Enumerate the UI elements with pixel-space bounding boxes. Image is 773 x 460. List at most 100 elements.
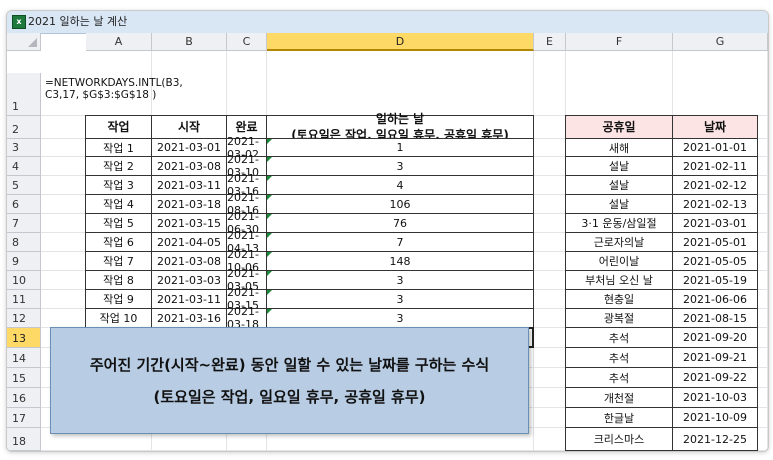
row-header-13[interactable]: 13 — [7, 328, 41, 348]
cell-workdays[interactable]: 4 — [266, 175, 534, 195]
holiday-name[interactable]: 어린이날 — [565, 251, 673, 271]
holiday-name[interactable]: 추석 — [565, 347, 673, 368]
cell-task[interactable]: 작업 9 — [85, 289, 152, 309]
row-header-7[interactable]: 7 — [7, 214, 41, 233]
holiday-name[interactable]: 새해 — [565, 138, 673, 157]
holiday-date[interactable]: 2021-05-05 — [672, 251, 758, 271]
d-header-line1: 일하는 날 — [375, 112, 425, 126]
holiday-date[interactable]: 2021-08-15 — [672, 308, 758, 328]
cell-workdays[interactable]: 3 — [266, 156, 534, 176]
cell-start[interactable]: 2021-03-08 — [151, 251, 227, 271]
row-header-4[interactable]: 4 — [7, 157, 41, 176]
row-header-14[interactable]: 14 — [7, 348, 41, 368]
cell-task[interactable]: 작업 10 — [85, 308, 152, 328]
holiday-date[interactable]: 2021-10-09 — [672, 407, 758, 428]
holiday-name[interactable]: 크리스마스 — [565, 427, 673, 451]
select-all-corner[interactable] — [7, 33, 41, 51]
holiday-name[interactable]: 한글날 — [565, 407, 673, 428]
cell-task[interactable]: 작업 7 — [85, 251, 152, 271]
holiday-date[interactable]: 2021-09-20 — [672, 327, 758, 348]
column-header-g[interactable]: G — [673, 33, 768, 51]
row-header-17[interactable]: 17 — [7, 408, 41, 428]
cell-workdays[interactable]: 1 — [266, 138, 534, 157]
holiday-name[interactable]: 설날 — [565, 175, 673, 195]
cell-start[interactable]: 2021-04-05 — [151, 232, 227, 252]
callout-line-1: 주어진 기간(시작~완료) 동안 일할 수 있는 날짜를 구하는 수식 — [89, 355, 490, 374]
holiday-date[interactable]: 2021-09-21 — [672, 347, 758, 368]
cell-task[interactable]: 작업 8 — [85, 270, 152, 290]
holiday-name[interactable]: 추석 — [565, 327, 673, 348]
cell-workdays[interactable]: 3 — [266, 308, 534, 328]
cell-task[interactable]: 작업 4 — [85, 194, 152, 214]
row-header-18[interactable]: 18 — [7, 428, 41, 451]
cell-start[interactable]: 2021-03-08 — [151, 156, 227, 176]
holiday-name[interactable]: 설날 — [565, 156, 673, 176]
cell-end[interactable]: 2021-03-18 — [226, 305, 267, 331]
row-header-12[interactable]: 12 — [7, 309, 41, 328]
row-header-1[interactable]: 1 — [7, 73, 41, 116]
column-header-c[interactable]: C — [227, 33, 267, 51]
holiday-header-date[interactable]: 날짜 — [672, 115, 758, 139]
column-header-b[interactable]: B — [152, 33, 227, 51]
holiday-name[interactable]: 광복절 — [565, 308, 673, 328]
column-header-f[interactable]: F — [566, 33, 673, 51]
header-일하는-날[interactable]: 일하는 날 (토요일은 작업, 일요일 휴무, 공휴일 휴무) — [266, 112, 534, 142]
cell-start[interactable]: 2021-03-15 — [151, 213, 227, 233]
holiday-date[interactable]: 2021-05-19 — [672, 270, 758, 290]
row-header-11[interactable]: 11 — [7, 290, 41, 309]
holiday-name[interactable]: 현충일 — [565, 289, 673, 309]
row-header-16[interactable]: 16 — [7, 388, 41, 408]
holiday-date[interactable]: 2021-09-22 — [672, 367, 758, 388]
spreadsheet-window: x 2021 일하는 날 계산 A B C D E F G 1 2 3 4 5 6 7 8 9 10 11 12 13… — [6, 10, 769, 452]
row-header-9[interactable]: 9 — [7, 252, 41, 271]
row-header-6[interactable]: 6 — [7, 195, 41, 214]
cell-task[interactable]: 작업 5 — [85, 213, 152, 233]
header-작업[interactable]: 작업 — [85, 115, 152, 139]
row-header-10[interactable]: 10 — [7, 271, 41, 290]
row-header-2[interactable]: 2 — [7, 116, 41, 139]
row-header-15[interactable]: 15 — [7, 368, 41, 388]
holiday-name[interactable]: 3·1 운동/삼일절 — [565, 213, 673, 233]
holiday-name[interactable]: 부처님 오신 날 — [565, 270, 673, 290]
holiday-name[interactable]: 근로자의날 — [565, 232, 673, 252]
holiday-header-name[interactable]: 공휴일 — [565, 115, 673, 139]
holiday-date[interactable]: 2021-05-01 — [672, 232, 758, 252]
cell-task[interactable]: 작업 2 — [85, 156, 152, 176]
cell-start[interactable]: 2021-03-11 — [151, 289, 227, 309]
header-시작[interactable]: 시작 — [151, 115, 227, 139]
cell-workdays[interactable]: 7 — [266, 232, 534, 252]
column-header-e[interactable]: E — [534, 33, 566, 51]
holiday-date[interactable]: 2021-02-12 — [672, 175, 758, 195]
holiday-date[interactable]: 2021-03-01 — [672, 213, 758, 233]
row-header-3[interactable]: 3 — [7, 139, 41, 157]
annotation-callout[interactable]: 주어진 기간(시작~완료) 동안 일할 수 있는 날짜를 구하는 수식 (토요일… — [50, 327, 529, 434]
cell-workdays[interactable]: 148 — [266, 251, 534, 271]
column-header-a[interactable]: A — [86, 33, 152, 51]
cell-task[interactable]: 작업 3 — [85, 175, 152, 195]
row-header-8[interactable]: 8 — [7, 233, 41, 252]
holiday-date[interactable]: 2021-10-03 — [672, 387, 758, 408]
column-header-d[interactable]: D — [267, 33, 534, 51]
cell-workdays[interactable]: 76 — [266, 213, 534, 233]
holiday-date[interactable]: 2021-06-06 — [672, 289, 758, 309]
holiday-date[interactable]: 2021-12-25 — [672, 427, 758, 451]
cell-start[interactable]: 2021-03-18 — [151, 194, 227, 214]
cell-workdays[interactable]: 3 — [266, 270, 534, 290]
title-bar[interactable]: x 2021 일하는 날 계산 — [7, 11, 768, 34]
cell-start[interactable]: 2021-03-11 — [151, 175, 227, 195]
cell-start[interactable]: 2021-03-03 — [151, 270, 227, 290]
holiday-name[interactable]: 설날 — [565, 194, 673, 214]
cell-start[interactable]: 2021-03-16 — [151, 308, 227, 328]
holiday-date[interactable]: 2021-01-01 — [672, 138, 758, 157]
cell-start[interactable]: 2021-03-01 — [151, 138, 227, 157]
cell-task[interactable]: 작업 1 — [85, 138, 152, 157]
holiday-date[interactable]: 2021-02-13 — [672, 194, 758, 214]
cell-workdays[interactable]: 3 — [266, 289, 534, 309]
cell-task[interactable]: 작업 6 — [85, 232, 152, 252]
holiday-name[interactable]: 추석 — [565, 367, 673, 388]
cell-workdays[interactable]: 106 — [266, 194, 534, 214]
formula-text-a1[interactable]: =NETWORKDAYS.INTL(B3, C3,17, $G$3:$G$18 … — [45, 77, 183, 101]
row-header-5[interactable]: 5 — [7, 176, 41, 195]
holiday-date[interactable]: 2021-02-11 — [672, 156, 758, 176]
holiday-name[interactable]: 개천절 — [565, 387, 673, 408]
